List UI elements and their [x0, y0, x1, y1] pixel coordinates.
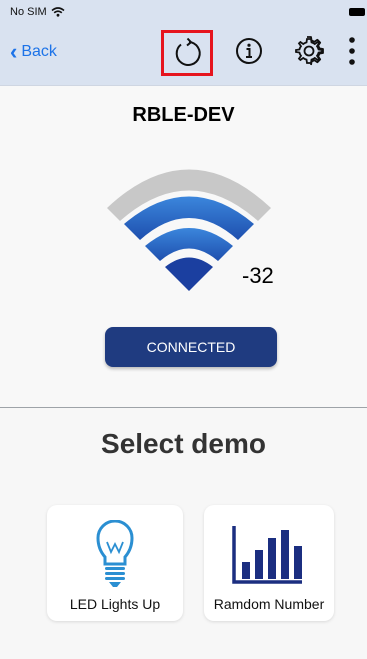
bar-chart-icon — [232, 526, 302, 584]
more-options-button[interactable] — [342, 34, 362, 68]
rssi-value: -32 — [242, 263, 274, 288]
carrier-text: No SIM — [10, 6, 47, 18]
info-button[interactable] — [232, 34, 266, 68]
led-demo-label: LED Lights Up — [69, 596, 161, 612]
navigation-bar: No SIM ‹ Back — [0, 0, 367, 86]
status-bar: No SIM — [10, 6, 65, 18]
connected-status-button[interactable]: CONNECTED — [105, 327, 277, 367]
lightbulb-icon — [96, 520, 134, 587]
led-demo-card[interactable]: LED Lights Up — [47, 505, 183, 621]
refresh-icon — [175, 37, 201, 66]
back-button[interactable]: ‹ Back — [10, 39, 57, 64]
wifi-status-icon — [51, 7, 65, 17]
gear-icon — [295, 36, 324, 66]
back-label: Back — [21, 43, 57, 60]
random-number-demo-label: Ramdom Number — [213, 596, 325, 612]
device-panel: RBLE-DEV -32 CONNECTED — [0, 86, 367, 408]
refresh-button[interactable] — [161, 30, 213, 76]
select-demo-title: Select demo — [101, 428, 266, 459]
signal-strength-icon — [107, 169, 271, 291]
battery-icon — [349, 8, 365, 16]
screen: No SIM ‹ Back RBLE-DEV -32 CONNECTED Sel… — [0, 0, 367, 659]
chevron-left-icon: ‹ — [10, 39, 18, 64]
settings-button[interactable] — [292, 34, 326, 68]
more-vertical-icon — [349, 37, 355, 65]
info-icon — [236, 38, 262, 64]
random-number-demo-card[interactable]: Ramdom Number — [204, 505, 334, 621]
